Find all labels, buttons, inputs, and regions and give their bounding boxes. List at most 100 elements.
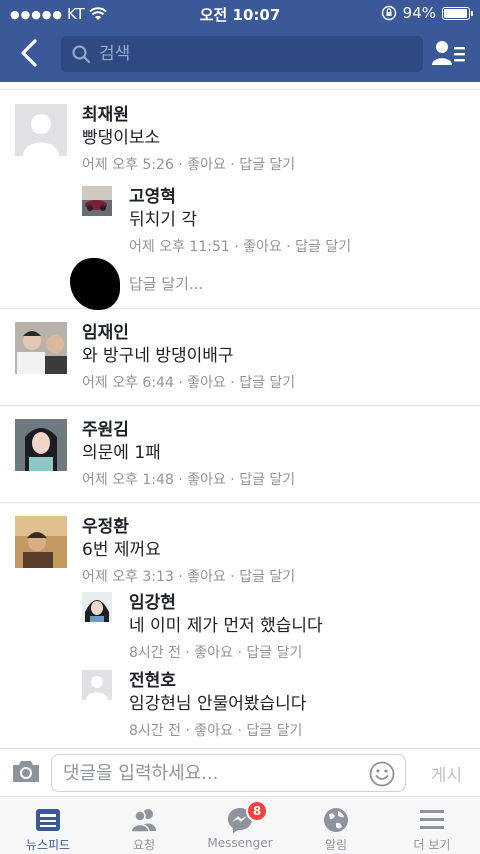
comment-author[interactable]: 임재인 — [82, 322, 295, 344]
comment-author[interactable]: 우정환 — [82, 516, 295, 538]
profile-photo-icon — [15, 516, 67, 568]
post-button[interactable]: 게시 — [431, 761, 462, 786]
tab-label: 뉴스피드 — [25, 838, 71, 852]
comment-author[interactable]: 전현호 — [129, 670, 306, 692]
tab-bar: 뉴스피드 요청 8 Messenger 알림 더 보기 — [0, 796, 480, 854]
avatar[interactable] — [82, 670, 112, 700]
status-bar: ●●●●● KT 오전 10:07 94% — [0, 0, 480, 26]
news-feed-icon — [36, 809, 60, 831]
comment-text: 의문에 1패 — [82, 443, 161, 463]
list-top-divider — [0, 82, 480, 90]
comment-meta: 8시간 전 · 좋아요 · 답글 달기 — [129, 645, 303, 661]
comment-time: 어제 오후 11:51 — [129, 239, 230, 255]
comment-time: 8시간 전 — [129, 645, 181, 661]
reply-composer[interactable]: 답글 달기... — [70, 258, 470, 310]
globe-icon — [324, 808, 348, 832]
comment-time: 어제 오후 6:44 — [82, 375, 174, 391]
reply-comment: 전현호 임강현님 안물어봤습니다 8시간 전 · 좋아요 · 답글 달기 — [82, 670, 306, 741]
tab-messenger[interactable]: 8 Messenger — [192, 797, 288, 854]
reply-button[interactable]: 답글 달기 — [246, 645, 302, 661]
camera-button[interactable] — [11, 758, 41, 788]
avatar[interactable] — [82, 592, 112, 622]
search-box[interactable] — [61, 36, 423, 72]
comment-input[interactable] — [63, 762, 363, 784]
like-button[interactable]: 좋아요 — [187, 157, 226, 173]
reply-button[interactable]: 답글 달기 — [239, 375, 295, 391]
comment-time: 어제 오후 1:48 — [82, 472, 174, 488]
reply-comment: 고영혁 뒤치기 각 어제 오후 11:51 · 좋아요 · 답글 달기 — [82, 186, 351, 257]
comment-thread: 우정환 6번 제꺼요 어제 오후 3:13 · 좋아요 · 답글 달기 임강현 … — [0, 503, 480, 743]
default-profile-icon — [82, 670, 112, 700]
search-input[interactable] — [99, 44, 399, 64]
comment-author[interactable]: 고영혁 — [129, 186, 351, 208]
battery-percent: 94% — [402, 4, 436, 22]
tab-requests[interactable]: 요청 — [96, 797, 192, 854]
comment-text: 임강현님 안물어봤습니다 — [129, 694, 307, 714]
comment-time: 어제 오후 3:13 — [82, 569, 174, 585]
comment-meta: 어제 오후 3:13 · 좋아요 · 답글 달기 — [82, 569, 296, 585]
reply-prompt[interactable]: 답글 달기... — [129, 273, 203, 294]
friend-list-icon — [432, 41, 465, 65]
comment: 우정환 6번 제꺼요 어제 오후 3:13 · 좋아요 · 답글 달기 — [15, 516, 295, 587]
like-button[interactable]: 좋아요 — [187, 375, 226, 391]
profile-photo-icon — [15, 419, 67, 471]
default-profile-icon — [15, 104, 67, 156]
comment-time: 어제 오후 5:26 — [82, 157, 174, 173]
own-avatar-redacted — [70, 258, 120, 310]
comment-meta: 어제 오후 5:26 · 좋아요 · 답글 달기 — [82, 157, 296, 173]
chevron-left-icon — [21, 39, 37, 67]
reply-button[interactable]: 답글 달기 — [239, 157, 295, 173]
tab-label: 더 보기 — [413, 838, 451, 852]
avatar[interactable] — [15, 516, 67, 568]
friend-requests-icon — [130, 809, 156, 833]
friend-list-button[interactable] — [432, 36, 466, 70]
like-button[interactable]: 좋아요 — [243, 239, 282, 255]
profile-photo-icon — [82, 592, 112, 622]
avatar[interactable] — [82, 186, 112, 216]
tab-label: 요청 — [132, 838, 156, 852]
rotation-lock-icon — [381, 5, 396, 21]
comment: 주원김 의문에 1패 어제 오후 1:48 · 좋아요 · 답글 달기 — [15, 419, 295, 490]
reply-button[interactable]: 답글 달기 — [239, 472, 295, 488]
like-button[interactable]: 좋아요 — [194, 723, 233, 739]
comment-author[interactable]: 임강현 — [129, 592, 323, 614]
comment-input-box[interactable] — [51, 754, 406, 792]
comment: 임재인 와 방구네 방댕이배구 어제 오후 6:44 · 좋아요 · 답글 달기 — [15, 322, 295, 393]
comment-meta: 8시간 전 · 좋아요 · 답글 달기 — [129, 723, 303, 739]
comment-text: 네 이미 제가 먼저 했습니다 — [129, 616, 323, 636]
comment-thread: 최재원 빵댕이보소 어제 오후 5:26 · 좋아요 · 답글 달기 고영혁 뒤… — [0, 90, 480, 310]
comment-meta: 어제 오후 11:51 · 좋아요 · 답글 달기 — [129, 239, 352, 255]
comment-text: 뒤치기 각 — [129, 210, 197, 230]
reply-button[interactable]: 답글 달기 — [239, 569, 295, 585]
like-button[interactable]: 좋아요 — [187, 472, 226, 488]
comment-thread: 임재인 와 방구네 방댕이배구 어제 오후 6:44 · 좋아요 · 답글 달기 — [0, 309, 480, 406]
tab-news-feed[interactable]: 뉴스피드 — [0, 797, 96, 854]
tab-more[interactable]: 더 보기 — [384, 797, 480, 854]
smiley-icon — [369, 761, 395, 787]
comment-list[interactable]: 최재원 빵댕이보소 어제 오후 5:26 · 좋아요 · 답글 달기 고영혁 뒤… — [0, 82, 480, 748]
battery-icon — [442, 6, 473, 20]
avatar[interactable] — [15, 419, 67, 471]
comment-author[interactable]: 주원김 — [82, 419, 295, 441]
emoji-button[interactable] — [369, 761, 395, 791]
reply-button[interactable]: 답글 달기 — [246, 723, 302, 739]
like-button[interactable]: 좋아요 — [187, 569, 226, 585]
messenger-badge: 8 — [246, 800, 268, 822]
tab-notifications[interactable]: 알림 — [288, 797, 384, 854]
comment-meta: 어제 오후 6:44 · 좋아요 · 답글 달기 — [82, 375, 296, 391]
reply-button[interactable]: 답글 달기 — [295, 239, 351, 255]
back-button[interactable] — [14, 36, 44, 70]
search-icon — [72, 45, 91, 64]
comment-author[interactable]: 최재원 — [82, 104, 295, 126]
reply-comment: 임강현 네 이미 제가 먼저 했습니다 8시간 전 · 좋아요 · 답글 달기 — [82, 592, 323, 663]
like-button[interactable]: 좋아요 — [194, 645, 233, 661]
profile-photo-icon — [82, 186, 112, 216]
avatar[interactable] — [15, 322, 67, 374]
comment: 최재원 빵댕이보소 어제 오후 5:26 · 좋아요 · 답글 달기 — [15, 104, 295, 175]
comment-composer: 게시 — [0, 748, 480, 796]
header: ●●●●● KT 오전 10:07 94% — [0, 0, 480, 82]
profile-photo-icon — [15, 322, 67, 374]
comment-meta: 어제 오후 1:48 · 좋아요 · 답글 달기 — [82, 472, 296, 488]
avatar[interactable] — [15, 104, 67, 156]
tab-label: 알림 — [324, 838, 348, 852]
